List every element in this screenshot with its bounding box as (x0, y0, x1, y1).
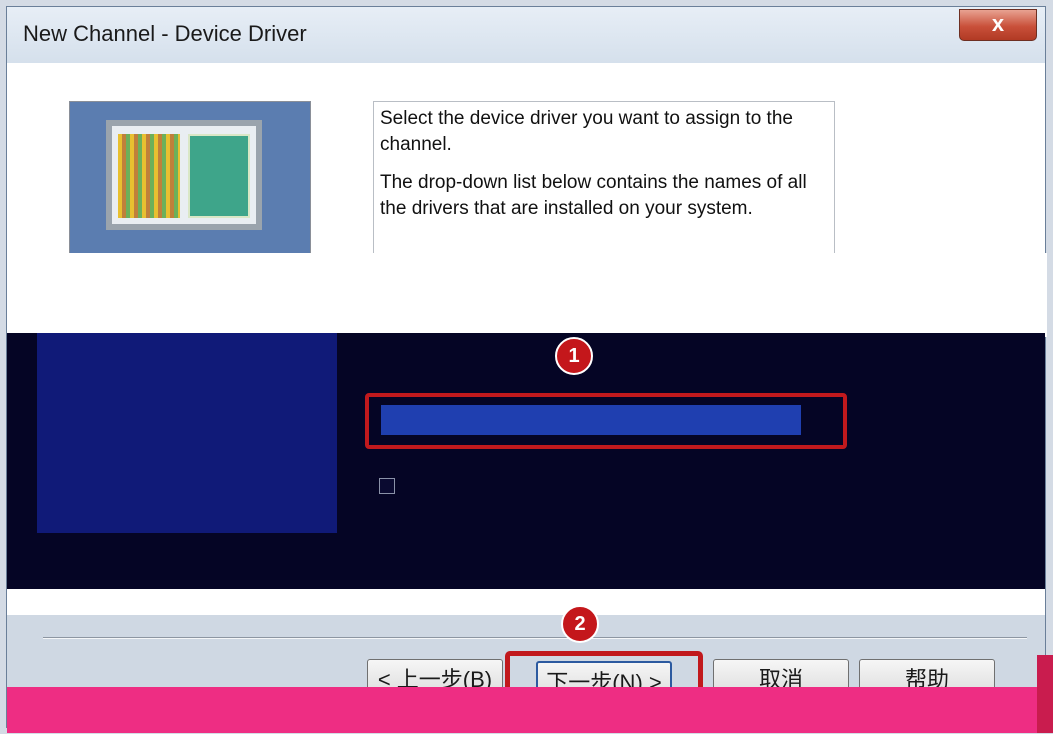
step-marker-1: 1 (555, 337, 593, 375)
device-driver-select[interactable] (381, 405, 801, 435)
button-separator (43, 637, 1027, 639)
obscured-region (7, 333, 1045, 589)
info-paragraph-1: Select the device driver you want to ass… (380, 108, 793, 155)
display-checkbox[interactable] (379, 478, 395, 495)
step-marker-2: 2 (561, 605, 599, 643)
monitor-graphic (106, 120, 262, 230)
close-icon[interactable]: x (992, 11, 1004, 36)
window-title: New Channel - Device Driver (23, 21, 307, 46)
title-bar: New Channel - Device Driver x (7, 7, 1045, 63)
dialog-window: New Channel - Device Driver x Select the… (6, 6, 1053, 733)
obscured-footer-edge (1037, 655, 1053, 733)
info-paragraph-2: The drop-down list below contains the na… (380, 172, 807, 219)
dialog-body: Select the device driver you want to ass… (7, 63, 1047, 615)
display-option-row[interactable] (379, 475, 403, 496)
annotation-box-1 (365, 393, 847, 449)
obscured-footer (7, 687, 1037, 733)
obscured-band (7, 253, 1047, 337)
close-button[interactable]: x (959, 9, 1037, 41)
